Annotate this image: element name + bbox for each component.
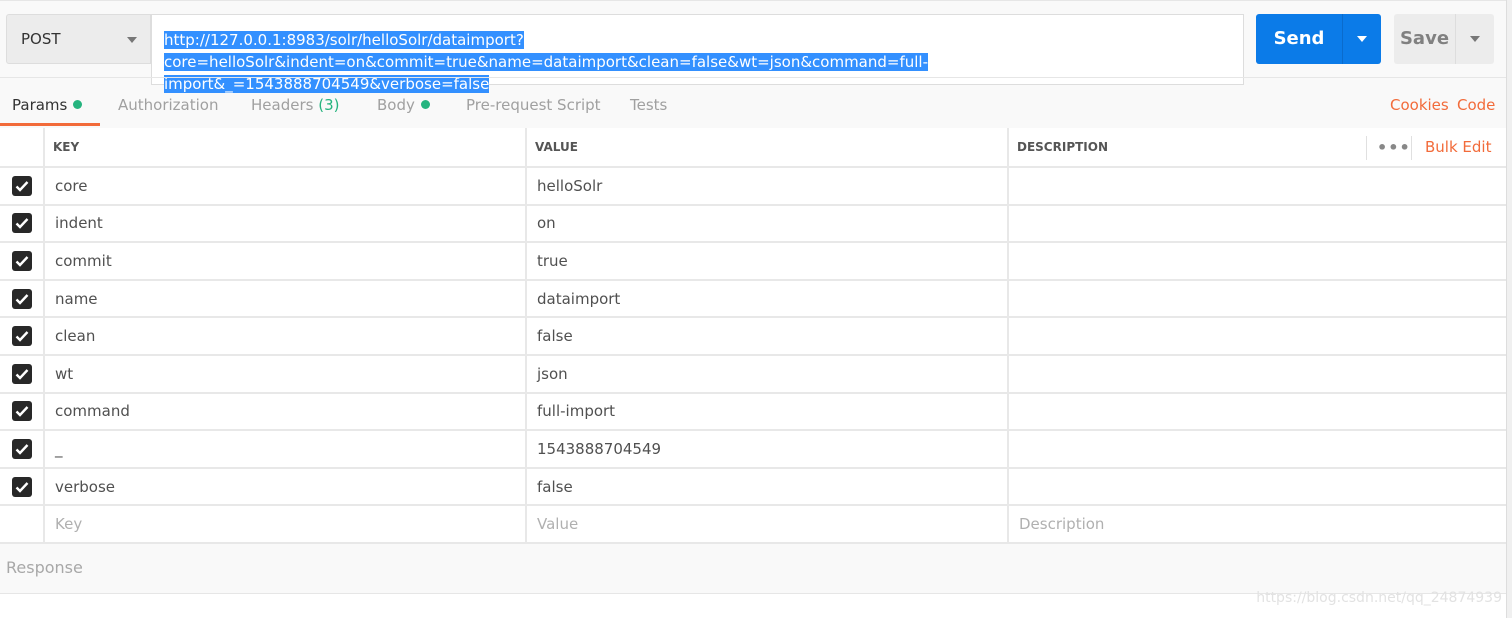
value-cell[interactable]: json	[527, 356, 1009, 392]
tab-tests[interactable]: Tests	[630, 96, 667, 114]
tab-pre-request-script[interactable]: Pre-request Script	[466, 96, 601, 114]
check-icon	[15, 406, 28, 418]
checkbox[interactable]	[11, 401, 32, 422]
key-cell[interactable]: core	[45, 168, 527, 204]
description-cell[interactable]	[1009, 243, 1506, 279]
check-icon	[15, 180, 28, 192]
checkbox[interactable]	[11, 250, 32, 271]
scrollbar[interactable]	[1506, 0, 1512, 618]
value-cell[interactable]: true	[527, 243, 1009, 279]
checkbox[interactable]	[11, 476, 32, 497]
column-header-value: VALUE	[527, 128, 1009, 166]
description-cell[interactable]	[1009, 356, 1506, 392]
table-row: _ 1543888704549	[0, 431, 1506, 469]
response-section: Response	[0, 544, 1506, 594]
divider	[0, 77, 1506, 78]
column-header-key: KEY	[45, 128, 527, 166]
checkbox[interactable]	[11, 213, 32, 234]
save-options-button[interactable]	[1455, 14, 1494, 64]
check-icon	[15, 481, 28, 493]
value-cell[interactable]: full-import	[527, 393, 1009, 430]
description-cell[interactable]	[1009, 281, 1506, 317]
bulk-edit-link[interactable]: Bulk Edit	[1425, 138, 1491, 156]
table-row: indent on	[0, 205, 1506, 244]
table-row: core helloSolr	[0, 168, 1506, 206]
key-cell[interactable]: clean	[45, 318, 527, 354]
checkbox[interactable]	[11, 288, 32, 309]
method-select[interactable]: POST	[6, 14, 151, 64]
value-cell[interactable]: false	[527, 318, 1009, 354]
key-cell[interactable]: name	[45, 280, 527, 317]
value-cell[interactable]: helloSolr	[527, 168, 1009, 204]
key-cell[interactable]: indent	[45, 205, 527, 242]
caret-down-icon	[1357, 36, 1367, 42]
send-options-button[interactable]	[1342, 14, 1381, 64]
table-row: wt json	[0, 356, 1506, 394]
description-cell[interactable]	[1009, 431, 1506, 467]
url-input[interactable]: http://127.0.0.1:8983/solr/helloSolr/dat…	[151, 14, 1244, 93]
table-row: commit true	[0, 243, 1506, 281]
column-header-description: DESCRIPTION ••• Bulk Edit	[1009, 128, 1506, 166]
check-icon	[15, 218, 28, 230]
more-options-icon[interactable]: •••	[1377, 138, 1411, 157]
checkbox[interactable]	[11, 438, 32, 459]
description-cell[interactable]	[1009, 318, 1506, 354]
description-cell[interactable]	[1009, 206, 1506, 242]
save-button[interactable]: Save	[1394, 14, 1494, 64]
check-icon	[15, 368, 28, 380]
active-tab-indicator	[0, 123, 100, 126]
key-cell[interactable]: command	[45, 393, 527, 430]
check-icon	[15, 293, 28, 305]
new-param-row: Key Value Description	[0, 506, 1506, 545]
key-cell[interactable]: wt	[45, 356, 527, 392]
checkbox[interactable]	[11, 363, 32, 384]
new-value-input[interactable]: Value	[527, 506, 1009, 543]
cookies-link[interactable]: Cookies	[1390, 96, 1449, 114]
tab-authorization[interactable]: Authorization	[118, 96, 218, 114]
tab-params[interactable]: Params	[12, 96, 83, 114]
key-cell[interactable]: commit	[45, 243, 527, 279]
table-row: clean false	[0, 318, 1506, 356]
value-cell[interactable]: on	[527, 205, 1009, 242]
caret-down-icon	[1470, 36, 1480, 42]
table-row: name dataimport	[0, 280, 1506, 319]
code-link[interactable]: Code	[1457, 96, 1495, 114]
value-cell[interactable]: dataimport	[527, 280, 1009, 317]
caret-down-icon	[127, 37, 137, 43]
send-button[interactable]: Send	[1256, 14, 1381, 64]
check-icon	[15, 331, 28, 342]
checkbox[interactable]	[11, 175, 32, 196]
tab-body[interactable]: Body	[377, 96, 430, 114]
new-key-input[interactable]: Key	[45, 506, 527, 543]
key-cell[interactable]: _	[45, 431, 527, 467]
value-cell[interactable]: false	[527, 468, 1009, 505]
table-row: command full-import	[0, 393, 1506, 432]
watermark: https://blog.csdn.net/qq_24874939	[1256, 590, 1502, 606]
status-dot-icon	[420, 100, 430, 109]
checkbox[interactable]	[11, 326, 32, 347]
status-dot-icon	[73, 100, 83, 109]
new-description-input[interactable]: Description	[1009, 506, 1506, 542]
table-header: KEY VALUE DESCRIPTION ••• Bulk Edit	[0, 128, 1506, 168]
check-icon	[15, 444, 28, 455]
description-cell[interactable]	[1009, 168, 1506, 204]
description-cell[interactable]	[1009, 394, 1506, 430]
key-cell[interactable]: verbose	[45, 468, 527, 505]
check-icon	[15, 256, 28, 267]
description-cell[interactable]	[1009, 469, 1506, 505]
table-row: verbose false	[0, 468, 1506, 507]
value-cell[interactable]: 1543888704549	[527, 431, 1009, 467]
tab-headers[interactable]: Headers (3)	[251, 96, 339, 114]
